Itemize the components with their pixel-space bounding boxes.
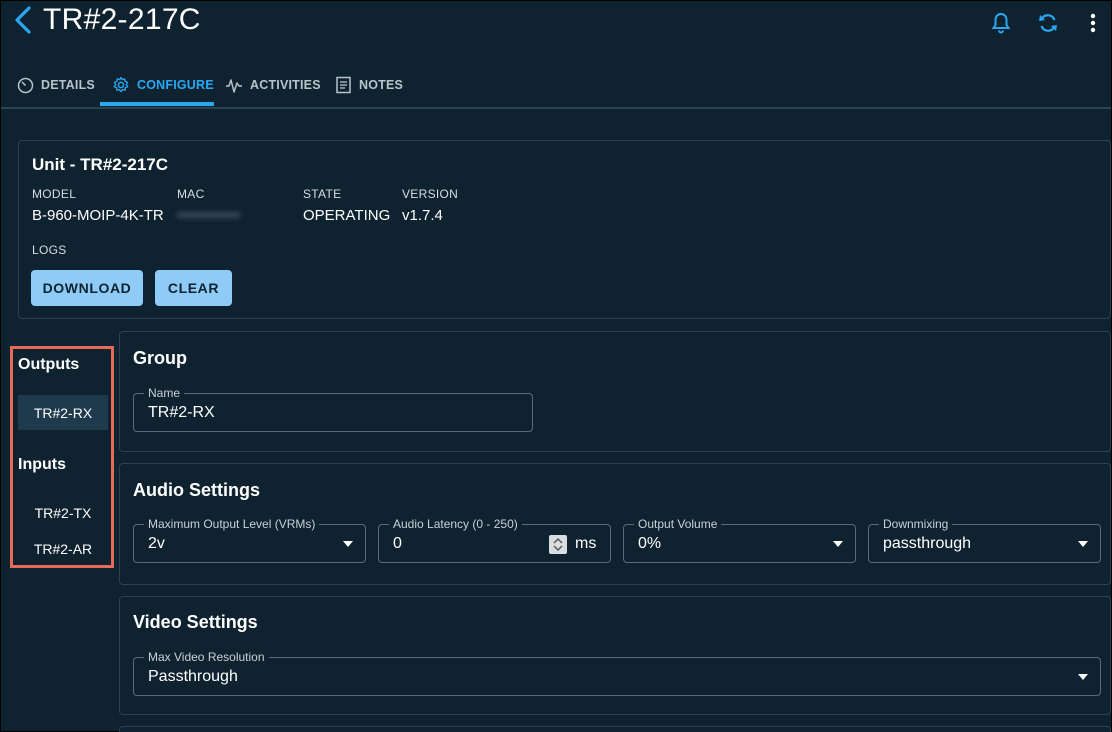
- active-tab-indicator: [100, 102, 214, 106]
- next-settings-card: [119, 726, 1111, 732]
- video-settings-card: Video Settings Max Video Resolution Pass…: [119, 596, 1111, 715]
- downmixing-value: passthrough: [883, 535, 972, 552]
- tab-details[interactable]: DETAILS: [17, 63, 95, 107]
- state-label: STATE: [303, 187, 342, 201]
- sidebar-item-input[interactable]: TR#2-TX: [18, 495, 108, 530]
- tab-notes[interactable]: NOTES: [335, 63, 403, 107]
- tab-details-label: DETAILS: [41, 78, 95, 92]
- mac-value: ••••••••••••: [177, 207, 241, 224]
- sidebar-item-input[interactable]: TR#2-AR: [18, 531, 108, 566]
- output-volume-select[interactable]: Output Volume 0%: [623, 517, 856, 563]
- pulse-icon: [226, 78, 242, 93]
- caret-down-icon: [1078, 674, 1088, 680]
- state-value: OPERATING: [303, 207, 391, 224]
- version-value: v1.7.4: [402, 207, 443, 224]
- group-name-label: Name: [144, 386, 185, 400]
- more-vert-icon[interactable]: [1081, 11, 1105, 35]
- sidebar-item-output[interactable]: TR#2-RX: [18, 395, 108, 430]
- io-sidebar: Outputs TR#2-RX Inputs TR#2-TX TR#2-AR: [10, 346, 114, 568]
- audio-latency-label: Audio Latency (0 - 250): [389, 517, 522, 531]
- downmixing-label: Downmixing: [879, 517, 953, 531]
- app-header: TR#2-217C: [1, 1, 1111, 51]
- group-card: Group Name TR#2-RX: [119, 331, 1111, 452]
- video-settings-title: Video Settings: [133, 612, 258, 632]
- max-output-level-select[interactable]: Maximum Output Level (VRMs) 2v: [133, 517, 366, 563]
- number-stepper-icon[interactable]: [549, 535, 567, 554]
- audio-latency-input[interactable]: Audio Latency (0 - 250) 0 ms: [378, 517, 611, 563]
- outputs-heading: Outputs: [18, 356, 80, 373]
- audio-settings-title: Audio Settings: [133, 480, 260, 500]
- clear-logs-button[interactable]: CLEAR: [155, 270, 232, 306]
- tab-notes-label: NOTES: [359, 78, 404, 92]
- group-name-field[interactable]: Name TR#2-RX: [133, 386, 533, 432]
- tab-configure[interactable]: CONFIGURE: [112, 63, 214, 107]
- audio-settings-card: Audio Settings Maximum Output Level (VRM…: [119, 463, 1111, 585]
- max-output-level-label: Maximum Output Level (VRMs): [144, 517, 320, 531]
- bell-icon[interactable]: [989, 11, 1013, 35]
- tab-activities[interactable]: ACTIVITIES: [225, 63, 321, 107]
- unit-title: Unit - TR#2-217C: [32, 155, 169, 174]
- max-video-resolution-select[interactable]: Max Video Resolution Passthrough: [133, 650, 1101, 696]
- inputs-heading: Inputs: [18, 456, 66, 473]
- output-volume-value: 0%: [638, 535, 662, 552]
- caret-down-icon: [343, 541, 353, 547]
- mac-label: MAC: [177, 187, 205, 201]
- notes-icon: [336, 76, 351, 94]
- page-title: TR#2-217C: [43, 3, 201, 36]
- sync-icon[interactable]: [1036, 11, 1060, 35]
- max-video-resolution-value: Passthrough: [148, 668, 238, 685]
- caret-down-icon: [1078, 541, 1088, 547]
- gear-icon: [113, 76, 129, 93]
- max-output-level-value: 2v: [148, 535, 165, 552]
- downmixing-select[interactable]: Downmixing passthrough: [868, 517, 1101, 563]
- tab-activities-label: ACTIVITIES: [250, 78, 321, 92]
- model-label: MODEL: [32, 187, 77, 201]
- group-name-value: TR#2-RX: [148, 404, 215, 421]
- download-logs-button[interactable]: DOWNLOAD: [31, 270, 143, 306]
- logs-label: LOGS: [32, 243, 67, 257]
- latency-unit: ms: [575, 535, 597, 552]
- gauge-icon: [17, 77, 34, 93]
- version-label: VERSION: [402, 187, 459, 201]
- output-volume-label: Output Volume: [634, 517, 722, 531]
- caret-down-icon: [833, 541, 843, 547]
- audio-latency-value: 0: [393, 535, 402, 552]
- model-value: B-960-MOIP-4K-TR: [32, 207, 164, 224]
- max-video-resolution-label: Max Video Resolution: [144, 650, 269, 664]
- group-title: Group: [133, 348, 187, 368]
- tab-configure-label: CONFIGURE: [137, 78, 214, 92]
- unit-card: Unit - TR#2-217C MODEL B-960-MOIP-4K-TR …: [18, 140, 1111, 319]
- back-icon[interactable]: [11, 5, 35, 35]
